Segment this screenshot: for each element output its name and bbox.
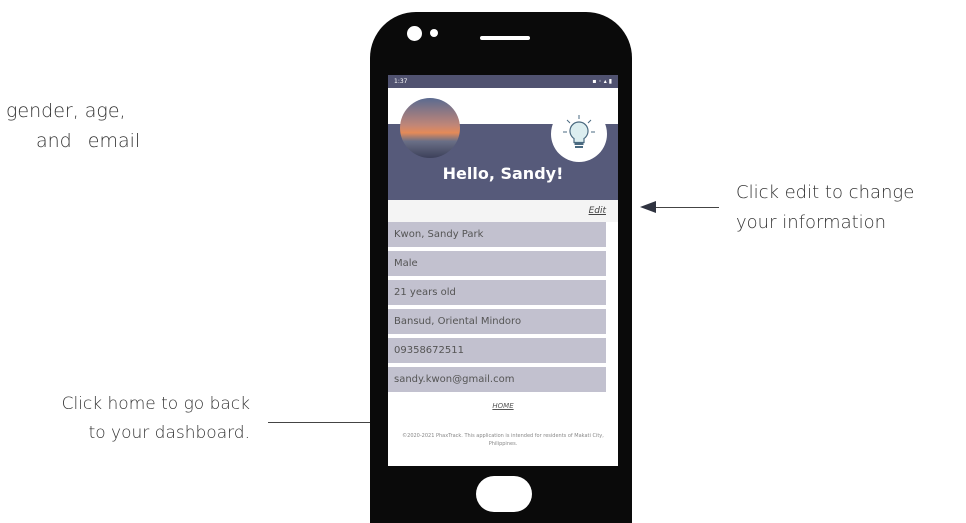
status-bar: 1:37 ▪ ◦ ▴ ▮ xyxy=(388,75,618,88)
avatar[interactable] xyxy=(400,98,460,158)
profile-address-field: Bansud, Oriental Mindoro xyxy=(388,309,606,334)
edit-arrow-line xyxy=(655,207,719,208)
phone-home-button[interactable] xyxy=(476,476,532,512)
annotation-fields-line2: and email xyxy=(36,130,141,152)
annotation-home-line1: Click home to go back xyxy=(61,394,250,414)
status-icons: ▪ ◦ ▴ ▮ xyxy=(592,78,612,85)
annotation-fields: gender, age, and email xyxy=(0,96,220,156)
annotation-edit-line2: your information xyxy=(736,212,887,233)
lightbulb-logo-icon xyxy=(551,106,607,162)
profile-age-field: 21 years old xyxy=(388,280,606,305)
annotation-home: Click home to go back to your dashboard. xyxy=(62,390,250,448)
edit-row: Edit xyxy=(388,200,618,222)
sensor-icon xyxy=(430,29,438,37)
edit-arrow-head-icon xyxy=(640,201,656,213)
phone-screen: 1:37 ▪ ◦ ▴ ▮ Hello, Sandy! Edit Kwon, Sa… xyxy=(388,75,618,466)
annotation-fields-line1: gender, age, xyxy=(6,100,126,122)
footer-copyright: ©2020-2021 PhaxTrack. This application i… xyxy=(402,433,604,447)
annotation-edit: Click edit to change your information xyxy=(736,178,914,238)
profile-phone-field: 09358672511 xyxy=(388,338,606,363)
phone-frame: 1:37 ▪ ◦ ▴ ▮ Hello, Sandy! Edit Kwon, Sa… xyxy=(370,12,632,523)
annotation-edit-line1: Click edit to change xyxy=(736,182,915,203)
profile-gender-field: Male xyxy=(388,251,606,276)
speaker-grille xyxy=(480,36,530,40)
home-link[interactable]: HOME xyxy=(388,402,618,414)
annotation-home-line2: to your dashboard. xyxy=(88,423,250,443)
profile-email-field: sandy.kwon@gmail.com xyxy=(388,367,606,392)
status-time: 1:37 xyxy=(394,78,408,85)
camera-icon xyxy=(407,26,422,41)
edit-link[interactable]: Edit xyxy=(589,206,606,216)
greeting-title: Hello, Sandy! xyxy=(442,164,564,183)
profile-header: Hello, Sandy! xyxy=(388,88,618,200)
profile-name-field: Kwon, Sandy Park xyxy=(388,222,606,247)
